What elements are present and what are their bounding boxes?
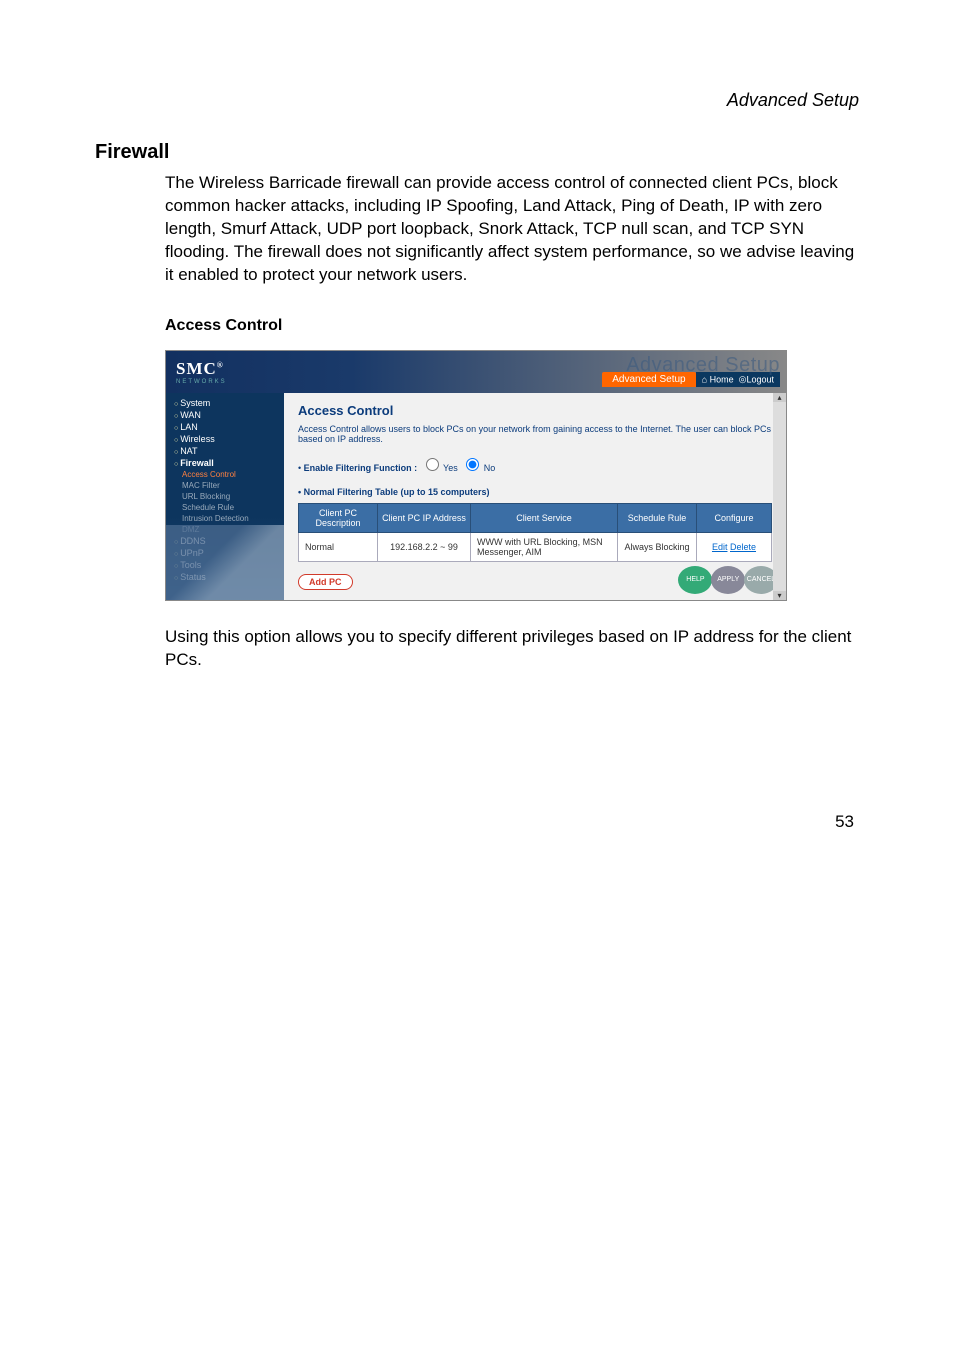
- filter-yes-label: Yes: [443, 463, 458, 473]
- logo-subtext: NETWORKS: [176, 379, 227, 385]
- home-icon[interactable]: ⌂: [702, 375, 707, 385]
- sidebar-sub-schedule-rule[interactable]: Schedule Rule: [166, 502, 284, 513]
- filter-label: Enable Filtering Function :: [304, 463, 418, 473]
- content-pane: Access Control Access Control allows use…: [284, 393, 786, 600]
- screenshot-header: SMC® NETWORKS Advanced Setup Advanced Se…: [166, 351, 786, 393]
- sidebar-item-lan[interactable]: LAN: [166, 421, 284, 433]
- cell-configure: Edit Delete: [697, 532, 772, 561]
- sidebar-item-wireless[interactable]: Wireless: [166, 433, 284, 445]
- col-header-description: Client PC Description: [299, 503, 378, 532]
- content-description: Access Control allows users to block PCs…: [298, 424, 772, 444]
- sidebar-item-firewall[interactable]: Firewall: [166, 457, 284, 469]
- col-header-service: Client Service: [471, 503, 618, 532]
- content-heading: Access Control: [298, 403, 772, 418]
- advanced-setup-ghost-text: Advanced Setup: [602, 356, 780, 374]
- table-row: Normal 192.168.2.2 ~ 99 WWW with URL Blo…: [299, 532, 772, 561]
- col-header-schedule: Schedule Rule: [618, 503, 697, 532]
- smc-logo: SMC® NETWORKS: [166, 359, 227, 385]
- running-header: Advanced Setup: [95, 90, 859, 111]
- sidebar-decorative-image: [166, 525, 284, 600]
- section-title-firewall: Firewall: [95, 141, 859, 164]
- home-link[interactable]: Home: [710, 375, 734, 385]
- sidebar-sub-intrusion-detection[interactable]: Intrusion Detection: [166, 513, 284, 524]
- col-header-configure: Configure: [697, 503, 772, 532]
- table-title: • Normal Filtering Table (up to 15 compu…: [298, 487, 772, 497]
- sidebar-sub-mac-filter[interactable]: MAC Filter: [166, 480, 284, 491]
- cell-schedule: Always Blocking: [618, 532, 697, 561]
- sidebar-item-nat[interactable]: NAT: [166, 445, 284, 457]
- logo-text: SMC: [176, 359, 217, 378]
- enable-filtering-row: • Enable Filtering Function : Yes No: [298, 458, 772, 473]
- col-header-ip: Client PC IP Address: [378, 503, 471, 532]
- cell-ip: 192.168.2.2 ~ 99: [378, 532, 471, 561]
- table-header-row: Client PC Description Client PC IP Addre…: [299, 503, 772, 532]
- caption-paragraph: Using this option allows you to specify …: [165, 626, 859, 672]
- edit-link[interactable]: Edit: [712, 542, 728, 552]
- sidebar-item-wan[interactable]: WAN: [166, 409, 284, 421]
- sidebar-sub-access-control[interactable]: Access Control: [166, 469, 284, 480]
- apply-button[interactable]: APPLY: [711, 566, 745, 594]
- filter-yes-radio[interactable]: [426, 458, 439, 471]
- firewall-body-paragraph: The Wireless Barricade firewall can prov…: [165, 172, 859, 287]
- vertical-scrollbar[interactable]: [773, 393, 786, 600]
- sidebar-item-system[interactable]: System: [166, 397, 284, 409]
- delete-link[interactable]: Delete: [730, 542, 756, 552]
- filter-no-radio[interactable]: [466, 458, 479, 471]
- add-pc-button[interactable]: Add PC: [298, 574, 353, 590]
- filter-no-label: No: [484, 463, 496, 473]
- help-button[interactable]: HELP: [678, 566, 712, 594]
- action-buttons: HELP APPLY CANCEL: [682, 566, 778, 594]
- sidebar-sub-url-blocking[interactable]: URL Blocking: [166, 491, 284, 502]
- cell-service: WWW with URL Blocking, MSN Messenger, AI…: [471, 532, 618, 561]
- subheading-access-control: Access Control: [165, 317, 859, 335]
- sidebar: System WAN LAN Wireless NAT Firewall Acc…: [166, 393, 284, 600]
- embedded-screenshot: SMC® NETWORKS Advanced Setup Advanced Se…: [165, 350, 787, 601]
- cell-desc: Normal: [299, 532, 378, 561]
- filtering-table: Client PC Description Client PC IP Addre…: [298, 503, 772, 562]
- page-number: 53: [95, 812, 859, 832]
